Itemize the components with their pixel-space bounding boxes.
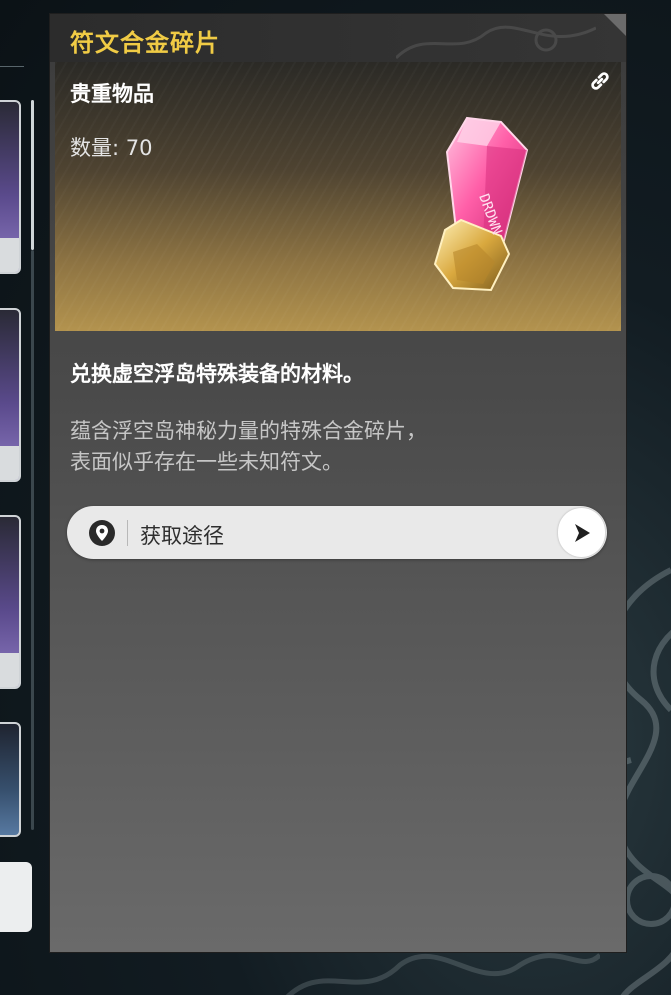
description-line: 蕴含浮空岛神秘力量的特殊合金碎片，: [70, 419, 427, 443]
scrollbar-track[interactable]: [31, 250, 34, 830]
header-corner: [604, 14, 626, 36]
inventory-slot[interactable]: [0, 308, 21, 482]
inventory-slot[interactable]: [0, 100, 21, 274]
item-rarity: 贵重物品: [70, 82, 154, 106]
inventory-slot[interactable]: [0, 515, 21, 689]
inventory-rail: [0, 0, 50, 995]
obtain-arrow-button[interactable]: [558, 508, 605, 557]
header-ornament: [396, 25, 596, 60]
rail-divider: [0, 66, 24, 67]
obtain-method-button[interactable]: 获取途径: [67, 506, 607, 559]
item-summary: 兑换虚空浮岛特殊装备的材料。: [70, 362, 364, 386]
obtain-divider: [127, 520, 128, 546]
arrow-right-icon: [575, 524, 590, 542]
description-line: 表面似乎存在一些未知符文。: [70, 450, 343, 474]
item-count: 数量: 70: [70, 136, 153, 160]
location-pin-icon: [89, 520, 115, 546]
item-card: 贵重物品 数量: 70 DRDWN: [55, 62, 621, 331]
obtain-label: 获取途径: [140, 524, 224, 548]
scrollbar-thumb[interactable]: [31, 100, 34, 250]
rune-alloy-fragment-image: DRDWN: [433, 116, 529, 292]
panel-header: 符文合金碎片: [50, 14, 626, 62]
item-title: 符文合金碎片: [70, 29, 220, 57]
link-icon[interactable]: [589, 70, 611, 92]
item-description: 蕴含浮空岛神秘力量的特殊合金碎片， 表面似乎存在一些未知符文。: [70, 416, 600, 478]
inventory-slot-empty[interactable]: [0, 862, 32, 932]
item-detail-panel: 符文合金碎片 贵重物品 数量: 70 DRDWN 兑换虚空浮岛特殊装备的材料。 …: [50, 14, 626, 952]
inventory-slot[interactable]: [0, 722, 21, 837]
